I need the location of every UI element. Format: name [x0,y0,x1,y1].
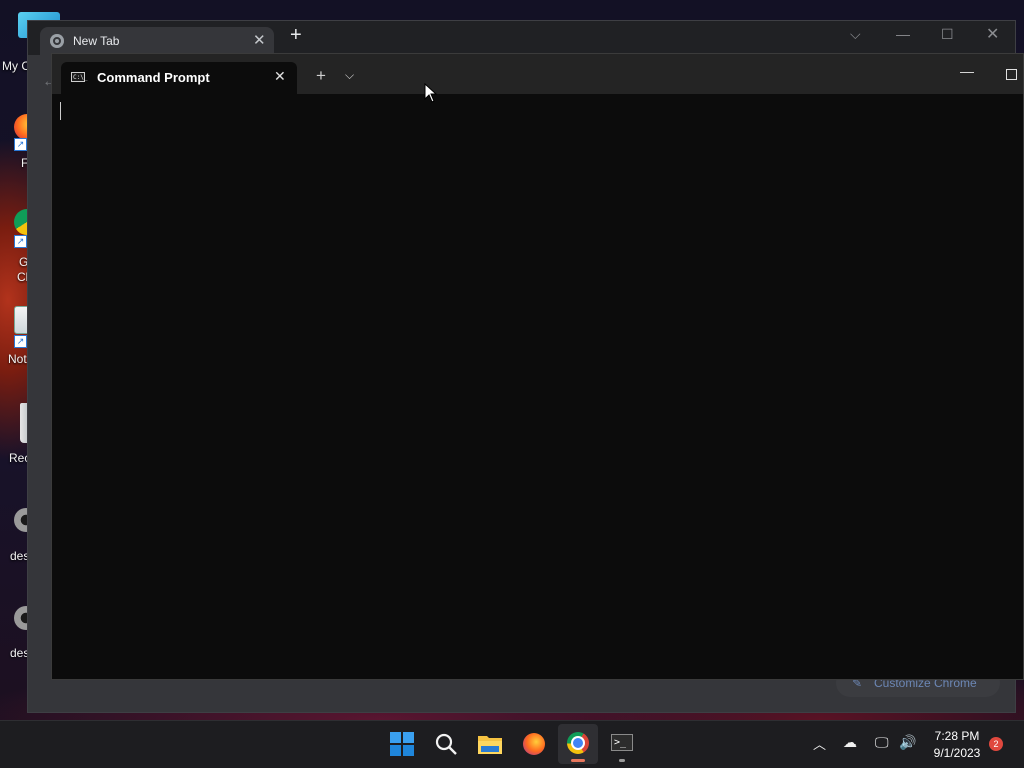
terminal-icon: >_ [611,734,633,751]
chrome-tab-title: New Tab [73,34,120,48]
active-indicator [571,759,585,762]
clock-date: 9/1/2023 [933,746,981,760]
chrome-tab-search-icon[interactable]: ⌵ [850,26,861,43]
clock-time: 7:28 PM [934,729,980,743]
desktop-icon-label: My C [2,59,30,73]
mouse-pointer-icon [424,83,438,103]
terminal-tab-command-prompt[interactable]: C:\_ Command Prompt ✕ [61,62,297,94]
chrome-favicon-icon [50,34,64,48]
chrome-minimize-button[interactable]: — [896,26,910,42]
volume-icon[interactable]: 🔊 [899,734,916,751]
chrome-tabstrip: New Tab ✕ + ⌵ — ☐ ✕ [28,21,1015,55]
terminal-new-tab-button[interactable]: + [316,66,326,86]
show-hidden-icons-chevron-up-icon[interactable]: ︿ [813,734,826,753]
running-indicator [619,759,625,762]
chrome-close-button[interactable]: ✕ [986,24,999,44]
shortcut-arrow-icon: ↗ [14,235,27,248]
start-button[interactable] [382,724,422,764]
terminal-minimize-button[interactable]: — [960,63,974,79]
terminal-window[interactable]: C:\_ Command Prompt ✕ + ⌵ — [51,53,1024,680]
taskbar: >_ ︿ ☁ 🖵 🔊 7:28 PM 9/1/2023 2 [0,720,1024,768]
shortcut-arrow-icon: ↗ [14,138,27,151]
firefox-taskbar-button[interactable] [514,724,554,764]
terminal-console[interactable] [52,94,1023,679]
terminal-tab-title: Command Prompt [97,70,210,85]
terminal-taskbar-button[interactable]: >_ [602,724,642,764]
text-cursor [60,102,61,120]
chrome-new-tab-button[interactable]: + [290,24,302,47]
terminal-titlebar[interactable]: C:\_ Command Prompt ✕ + ⌵ — [52,54,1023,94]
start-icon [390,732,414,756]
chrome-tab-new-tab[interactable]: New Tab ✕ [40,27,274,55]
notification-badge[interactable]: 2 [989,737,1003,751]
search-button[interactable] [426,724,466,764]
terminal-maximize-button[interactable] [1006,69,1017,80]
desktop-icon-label: Not [8,352,27,366]
file-explorer-button[interactable] [470,724,510,764]
firefox-icon [523,733,545,755]
chrome-maximize-button[interactable]: ☐ [941,26,954,43]
onedrive-offline-icon[interactable]: ☁ [843,734,857,751]
shortcut-arrow-icon: ↗ [14,335,27,348]
chrome-taskbar-button[interactable] [558,724,598,764]
file-explorer-icon [478,736,502,754]
search-icon [435,733,457,755]
close-icon[interactable]: ✕ [253,31,266,49]
network-icon[interactable]: 🖵 [875,734,889,751]
chevron-down-icon[interactable]: ⌵ [345,68,354,83]
close-icon[interactable]: ✕ [274,68,286,85]
chrome-icon [567,732,589,754]
command-prompt-icon: C:\_ [71,72,88,82]
